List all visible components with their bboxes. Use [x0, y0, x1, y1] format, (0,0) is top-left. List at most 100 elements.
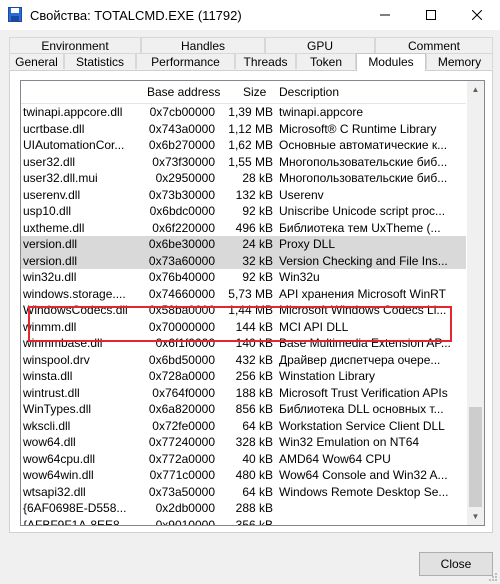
module-name: user32.dll	[23, 154, 76, 169]
table-row[interactable]: uxtheme.dll 0x6f220000 496 kB Библиотека те…	[21, 220, 466, 237]
table-row[interactable]: wow64win.dll 0x771c0000 480 kB Wow64 Consol…	[21, 467, 466, 484]
module-description: Библиотека DLL основных т...	[279, 402, 444, 416]
module-description: Windows Remote Desktop Se...	[279, 484, 449, 499]
tab-memory[interactable]: Memory	[426, 53, 493, 69]
tab-environment[interactable]: Environment	[9, 37, 141, 53]
tab-threads[interactable]: Threads	[235, 53, 296, 69]
column-header-description[interactable]: Description	[279, 85, 339, 99]
tab-comment[interactable]: Comment	[375, 37, 493, 53]
module-size: 92 kB	[242, 270, 273, 284]
module-description: Win32 Emulation on NT64	[279, 435, 420, 449]
close-window-button[interactable]	[454, 0, 500, 30]
tab-modules[interactable]: Modules	[356, 53, 426, 71]
maximize-icon	[426, 10, 436, 20]
module-description: Wow64 Console and Win32 A...	[279, 468, 448, 482]
floppy-disk-icon	[8, 7, 22, 22]
table-row[interactable]: ucrtbase.dll 0x743a0000 1,12 MB Microsoft® …	[21, 121, 466, 138]
table-row[interactable]: version.dll 0x73a60000 32 kB Version Checki…	[21, 252, 466, 269]
table-row[interactable]: WindowsCodecs.dll 0x58ba0000 1,44 MB Micros…	[21, 302, 466, 319]
table-row[interactable]: wkscli.dll 0x72fe0000 64 kB Workstation Ser…	[21, 418, 466, 435]
minimize-button[interactable]	[362, 0, 408, 30]
module-base-address: 0x73a60000	[148, 253, 215, 268]
module-name: wow64win.dll	[23, 468, 94, 482]
module-size: 64 kB	[242, 484, 273, 499]
module-name: winmm.dll	[23, 319, 77, 334]
table-row[interactable]: usp10.dll 0x6bdc0000 92 kB Uniscribe Unicod…	[21, 203, 466, 220]
table-row[interactable]: winsta.dll 0x728a0000 256 kB Winstation Lib…	[21, 368, 466, 385]
module-description: Драйвер диспетчера очере...	[279, 352, 441, 367]
module-size: 1,55 MB	[228, 154, 273, 169]
title-bar: Свойства: TOTALCMD.EXE (11792)	[0, 0, 500, 30]
module-name: windows.storage....	[23, 286, 126, 301]
module-description: Userenv	[279, 187, 324, 202]
module-size: 92 kB	[242, 204, 273, 218]
module-rows: twinapi.appcore.dll 0x7cb00000 1,39 MB twin…	[21, 104, 466, 526]
table-row[interactable]: userenv.dll 0x73b30000 132 kB Userenv	[21, 187, 466, 204]
column-header-size[interactable]: Size	[243, 85, 266, 99]
resize-grip-icon[interactable]	[488, 572, 498, 582]
module-description: MCI API DLL	[279, 319, 349, 334]
module-base-address: 0x2db0000	[155, 501, 215, 515]
module-base-address: 0x73b30000	[148, 187, 215, 202]
tab-handles[interactable]: Handles	[141, 37, 265, 53]
table-row[interactable]: wow64.dll 0x77240000 328 kB Win32 Emulation…	[21, 434, 466, 451]
tab-token[interactable]: Token	[296, 53, 356, 69]
modules-panel: Base address Size Description twinapi.ap…	[9, 70, 493, 533]
module-base-address: 0x2950000	[155, 171, 215, 185]
module-name: twinapi.appcore.dll	[23, 105, 123, 119]
module-name: wtsapi32.dll	[23, 484, 86, 499]
module-name: winspool.drv	[23, 352, 90, 367]
table-row[interactable]: WinTypes.dll 0x6a820000 856 kB Библиотека D…	[21, 401, 466, 418]
module-base-address: 0x6bd50000	[148, 352, 215, 367]
module-size: 1,12 MB	[228, 121, 273, 136]
module-name: wkscli.dll	[23, 418, 71, 433]
module-size: 356 kB	[235, 517, 273, 526]
module-name: version.dll	[23, 237, 78, 251]
table-row[interactable]: user32.dll.mui 0x2950000 28 kB Многопользов…	[21, 170, 466, 187]
module-name: version.dll	[23, 253, 78, 268]
tab-general[interactable]: General	[9, 53, 64, 69]
tab-performance[interactable]: Performance	[136, 53, 235, 69]
table-row[interactable]: {6AF0698E-D558... 0x2db0000 288 kB	[21, 500, 466, 517]
table-row[interactable]: wow64cpu.dll 0x772a0000 40 kB AMD64 Wow64 C…	[21, 451, 466, 468]
module-size: 188 kB	[235, 385, 273, 400]
module-base-address: 0x74660000	[148, 286, 215, 301]
scroll-thumb[interactable]	[469, 407, 482, 507]
table-row[interactable]: twinapi.appcore.dll 0x7cb00000 1,39 MB twin…	[21, 104, 466, 121]
module-size: 480 kB	[235, 468, 273, 482]
module-base-address: 0x728a0000	[148, 369, 215, 383]
module-base-address: 0x6be30000	[148, 237, 215, 251]
module-description: Основные автоматические к...	[279, 138, 448, 152]
tab-gpu[interactable]: GPU	[265, 37, 375, 53]
scroll-down-icon[interactable]: ▼	[467, 508, 484, 525]
table-row[interactable]: user32.dll 0x73f30000 1,55 MB Многопользова…	[21, 154, 466, 171]
table-row[interactable]: winmmbase.dll 0x6f1f0000 140 kB Base Multim…	[21, 335, 466, 352]
table-row[interactable]: wtsapi32.dll 0x73a50000 64 kB Windows Remot…	[21, 484, 466, 501]
module-name: wintrust.dll	[23, 385, 80, 400]
module-description: Библиотека тем UxTheme (...	[279, 220, 441, 235]
module-base-address: 0x73f30000	[152, 154, 215, 169]
tabs-row-top: Environment Handles GPU Comment	[9, 37, 493, 53]
modules-list[interactable]: Base address Size Description twinapi.ap…	[20, 80, 485, 526]
module-size: 28 kB	[242, 171, 273, 185]
minimize-icon	[380, 14, 390, 16]
tab-statistics[interactable]: Statistics	[64, 53, 136, 69]
table-row[interactable]: winmm.dll 0x70000000 144 kB MCI API DLL	[21, 319, 466, 336]
close-icon	[472, 10, 482, 20]
table-row[interactable]: version.dll 0x6be30000 24 kB Proxy DLL	[21, 236, 466, 253]
scroll-up-icon[interactable]: ▲	[467, 81, 484, 98]
column-header-base-address[interactable]: Base address	[147, 85, 220, 99]
table-row[interactable]: win32u.dll 0x76b40000 92 kB Win32u	[21, 269, 466, 286]
module-base-address: 0x6b270000	[148, 138, 215, 152]
table-row[interactable]: winspool.drv 0x6bd50000 432 kB Драйвер дисп…	[21, 352, 466, 369]
module-description: AMD64 Wow64 CPU	[279, 451, 391, 466]
table-row[interactable]: wintrust.dll 0x764f0000 188 kB Microsoft Tr…	[21, 385, 466, 402]
table-row[interactable]: UIAutomationCor... 0x6b270000 1,62 MB Основ…	[21, 137, 466, 154]
table-row[interactable]: windows.storage.... 0x74660000 5,73 MB API …	[21, 286, 466, 303]
module-description: Многопользовательские биб...	[279, 154, 448, 169]
close-button[interactable]: Close	[419, 552, 493, 576]
vertical-scrollbar[interactable]: ▲ ▼	[467, 81, 484, 525]
module-description: Microsoft® C Runtime Library	[279, 121, 437, 136]
table-row[interactable]: {AFBF9F1A-8EE8... 0x9010000 356 kB	[21, 517, 466, 526]
maximize-button[interactable]	[408, 0, 454, 30]
